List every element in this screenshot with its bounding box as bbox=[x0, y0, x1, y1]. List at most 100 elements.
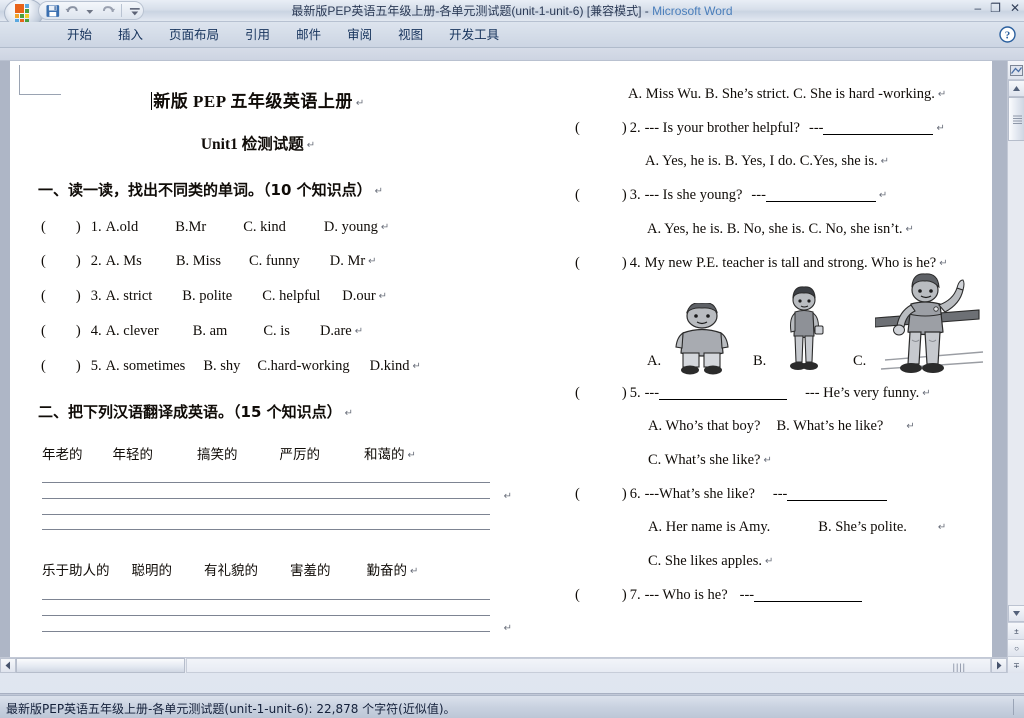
vertical-scrollbar[interactable]: ± ○ ∓ bbox=[1007, 61, 1024, 673]
option-b: B. Miss bbox=[175, 253, 221, 269]
item-number: 5. bbox=[629, 385, 641, 401]
ribbon-tab-strip: 开始 插入 页面布局 引用 邮件 审阅 视图 开发工具 ? bbox=[0, 22, 1024, 48]
undo-icon[interactable] bbox=[64, 3, 80, 19]
answer-dash: --- bbox=[808, 120, 824, 136]
help-icon[interactable]: ? bbox=[999, 26, 1016, 43]
option-b: B.Mr bbox=[175, 219, 207, 235]
restore-button[interactable]: ❐ bbox=[990, 1, 1001, 15]
window-controls: – ❐ ✕ bbox=[974, 1, 1020, 15]
tab-review[interactable]: 审阅 bbox=[334, 22, 385, 48]
translate-word: 严厉的 bbox=[279, 447, 321, 463]
scroll-down-button[interactable] bbox=[1008, 605, 1024, 622]
redo-icon[interactable] bbox=[101, 3, 117, 19]
answer-blank bbox=[754, 601, 863, 602]
select-browse-object-button[interactable]: ○ bbox=[1008, 639, 1024, 656]
document-page[interactable]: 新版 PEP 五年级英语上册 ↵ Unit1 检测试题 ↵ 一、读一读，找出不同类的… bbox=[10, 61, 992, 657]
translate-word: 有礼貌的 bbox=[204, 563, 258, 579]
document-title-line1: 新版 PEP 五年级英语上册 ↵ bbox=[28, 87, 488, 112]
tab-developer[interactable]: 开发工具 bbox=[436, 22, 512, 48]
status-bar: 最新版PEP英语五年级上册-各单元测试题(unit-1-unit-6): 22,… bbox=[0, 695, 1024, 718]
answer-blank bbox=[659, 399, 788, 400]
translate-word: 和蔼的 bbox=[364, 447, 405, 463]
answer-paren-open: ( bbox=[41, 288, 46, 304]
scroll-right-button[interactable] bbox=[991, 658, 1007, 673]
translate-group-1: 年老的 年轻的 搞笑的 严厉的 和蔼的 ↵ bbox=[42, 443, 488, 464]
option-c: C. She likes apples. bbox=[648, 553, 762, 569]
next-page-button[interactable]: ∓ bbox=[1008, 656, 1024, 673]
question-3-options-text: A. Yes, he is. B. No, she is. C. No, she… bbox=[647, 221, 903, 237]
question-3-options: A. Yes, he is. B. No, she is. C. No, she… bbox=[647, 221, 992, 238]
scroll-up-button[interactable] bbox=[1008, 80, 1024, 97]
undo-dropdown-icon[interactable] bbox=[82, 3, 98, 19]
question-7-stem: () 7. --- Who is he? --- bbox=[575, 587, 992, 604]
pilcrow-icon: ↵ bbox=[922, 388, 931, 399]
tab-mailings[interactable]: 邮件 bbox=[283, 22, 334, 48]
pilcrow-icon: ↵ bbox=[764, 556, 774, 567]
tab-references[interactable]: 引用 bbox=[232, 22, 283, 48]
document-column-left: 新版 PEP 五年级英语上册 ↵ Unit1 检测试题 ↵ 一、读一读，找出不同类的… bbox=[28, 61, 512, 634]
translate-word: 年老的 bbox=[42, 447, 83, 463]
option-c: C. What’s she like? bbox=[648, 452, 761, 468]
option-c: C.hard-working bbox=[257, 358, 350, 374]
minimize-button[interactable]: – bbox=[974, 1, 981, 15]
chevron-left-icon bbox=[5, 661, 10, 670]
answer-paren-open: ( bbox=[575, 385, 580, 401]
option-a: A. Her name is Amy. bbox=[648, 519, 771, 535]
quick-access-toolbar bbox=[38, 1, 144, 20]
option-b: B. polite bbox=[182, 288, 233, 304]
option-d: D.are bbox=[319, 323, 352, 339]
item-number: 2. bbox=[90, 253, 102, 269]
pilcrow-icon: ↵ bbox=[306, 140, 316, 151]
pilcrow-icon: ↵ bbox=[354, 326, 364, 337]
question-5-options-row2: C. What’s she like? ↵ bbox=[648, 452, 992, 469]
answer-line bbox=[42, 615, 490, 616]
tab-home[interactable]: 开始 bbox=[54, 22, 105, 48]
question-6-prompt: ---What’s she like? bbox=[644, 486, 755, 502]
document-workspace: 新版 PEP 五年级英语上册 ↵ Unit1 检测试题 ↵ 一、读一读，找出不同类的… bbox=[0, 61, 1024, 673]
document-title-line1-text: 新版 PEP 五年级英语上册 bbox=[153, 92, 353, 111]
customize-qat-icon[interactable] bbox=[127, 3, 143, 19]
horizontal-scroll-track[interactable]: |||| bbox=[186, 658, 991, 673]
list-item: () 4. A. clever B. am C. is D.are ↵ bbox=[41, 323, 488, 340]
option-c: C. helpful bbox=[262, 288, 321, 304]
question-3-prompt: --- Is she young? bbox=[644, 187, 743, 203]
vertical-scroll-thumb[interactable] bbox=[1008, 97, 1024, 141]
scroll-thumb-grip-icon bbox=[1013, 115, 1022, 124]
pilcrow-icon: ↵ bbox=[380, 222, 390, 233]
translate-word: 年轻的 bbox=[112, 447, 154, 463]
option-c: C. kind bbox=[243, 219, 286, 235]
option-a: A. Who’s that boy? bbox=[648, 418, 761, 434]
answer-dash: --- bbox=[739, 587, 755, 603]
answer-paren-open: ( bbox=[575, 587, 580, 603]
answer-line bbox=[42, 631, 490, 632]
section-1-heading-text: 一、读一读，找出不同类的单词。（10 个知识点） bbox=[38, 181, 372, 199]
answer-paren-close: ) bbox=[621, 587, 627, 603]
item-number: 2. bbox=[629, 120, 641, 136]
window-title-app: Microsoft Word bbox=[652, 4, 733, 18]
pilcrow-icon: ↵ bbox=[503, 623, 512, 634]
save-icon[interactable] bbox=[45, 3, 61, 19]
horizontal-scrollbar[interactable]: |||| bbox=[0, 657, 1007, 673]
answer-paren-close: ) bbox=[621, 255, 627, 271]
horizontal-ruler[interactable] bbox=[0, 48, 1024, 61]
translate-group-2: 乐于助人的 聪明的 有礼貌的 害羞的 勤奋的 ↵ bbox=[42, 559, 488, 580]
split-window-button[interactable] bbox=[1008, 61, 1024, 80]
section-2-heading: 二、把下列汉语翻译成英语。（15 个知识点） ↵ bbox=[38, 401, 488, 422]
close-button[interactable]: ✕ bbox=[1010, 1, 1020, 15]
scroll-left-button[interactable] bbox=[0, 658, 16, 673]
tab-insert[interactable]: 插入 bbox=[105, 22, 156, 48]
option-d: D. Mr bbox=[329, 253, 366, 269]
svg-text:?: ? bbox=[1005, 30, 1011, 42]
horizontal-scroll-thumb[interactable] bbox=[16, 658, 185, 673]
chevron-up-icon bbox=[1013, 86, 1020, 91]
option-a: A. sometimes bbox=[105, 358, 186, 374]
tab-page-layout[interactable]: 页面布局 bbox=[156, 22, 232, 48]
figure-label-c: C. bbox=[853, 353, 867, 369]
status-bar-text: 最新版PEP英语五年级上册-各单元测试题(unit-1-unit-6): 22,… bbox=[6, 702, 456, 716]
answer-lines-group-2: ↵ bbox=[42, 599, 512, 634]
window-title: 最新版PEP英语五年级上册-各单元测试题(unit-1-unit-6) [兼容模… bbox=[0, 2, 1024, 19]
option-d: D.kind bbox=[369, 358, 410, 374]
document-column-right: A. Miss Wu. B. She’s strict. C. She is h… bbox=[575, 61, 992, 604]
previous-page-button[interactable]: ± bbox=[1008, 622, 1024, 639]
tab-view[interactable]: 视图 bbox=[385, 22, 436, 48]
